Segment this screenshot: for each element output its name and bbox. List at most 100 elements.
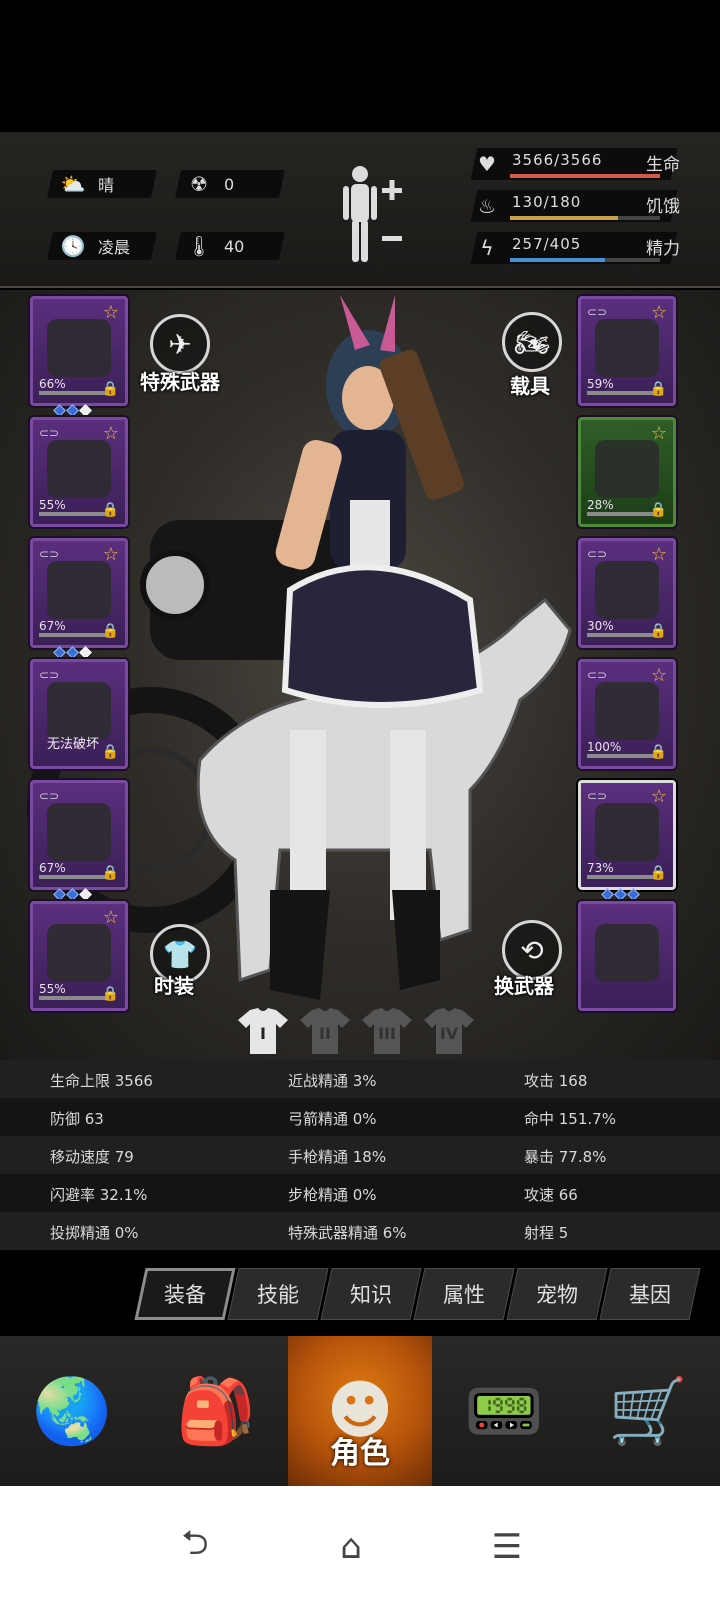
- lock-icon[interactable]: 🔒: [102, 744, 119, 760]
- heart-icon: ♥: [478, 152, 496, 176]
- equipment-slot-mask[interactable]: ☆ 28% 🔒: [578, 417, 676, 527]
- equipment-slot-jacket[interactable]: ⊂⊃ ☆ 67% 🔒: [30, 538, 128, 659]
- star-icon: ☆: [650, 544, 667, 565]
- nav-button-2[interactable]: 🎒: [144, 1336, 288, 1486]
- time-label: 凌晨: [98, 238, 131, 257]
- lock-icon[interactable]: 🔒: [102, 623, 119, 639]
- nav-button-4[interactable]: 📟: [432, 1336, 576, 1486]
- link-icon: ⊂⊃: [587, 668, 608, 682]
- equipment-slot-pistol[interactable]: ⊂⊃ ☆ 73% 🔒: [578, 780, 676, 901]
- home-icon[interactable]: ⌂: [326, 1522, 376, 1572]
- sub-tab-2[interactable]: 技能: [227, 1268, 329, 1320]
- outfit-tab-label: III: [378, 1024, 396, 1043]
- rocket-icon: ✈: [168, 327, 192, 361]
- temperature-value: 40: [224, 236, 245, 256]
- outfit-tab-1[interactable]: I: [236, 1006, 290, 1056]
- stats-row: 投掷精通 0% 特殊武器精通 6% 射程 5: [0, 1212, 720, 1250]
- durability-bar: [39, 996, 111, 1000]
- lock-icon[interactable]: 🔒: [102, 865, 119, 881]
- sub-tab-4[interactable]: 属性: [413, 1268, 515, 1320]
- vehicle-button[interactable]: 🏍: [502, 312, 562, 372]
- gem-sockets: [53, 888, 92, 901]
- outfit-tab-label: I: [260, 1024, 266, 1043]
- outfit-tab-4[interactable]: IV: [422, 1006, 476, 1056]
- lock-icon[interactable]: 🔒: [102, 502, 119, 518]
- star-icon: ☆: [102, 423, 119, 444]
- durability-percent: 55%: [39, 982, 66, 996]
- character-scene: ✈ 特殊武器 🏍 载具 👕 时装 ⟲ 换武器 ☆ 66% 🔒 ⊂⊃ ☆ 55% 🔒 ⊂⊃ ☆ 67…: [0, 290, 720, 1090]
- weather-label: 晴: [98, 176, 115, 195]
- star-icon: ☆: [102, 907, 119, 928]
- stat-value: 手枪精通 18%: [288, 1148, 387, 1166]
- equipment-slot-riot-shield[interactable]: ⊂⊃ ☆ 100% 🔒: [578, 659, 676, 769]
- stat-value: 特殊武器精通 6%: [288, 1224, 407, 1242]
- durability-percent: 30%: [587, 619, 614, 633]
- temperature: 🌡 40: [186, 232, 244, 260]
- sub-tab-label: 知识: [350, 1283, 392, 1307]
- link-icon: ⊂⊃: [39, 668, 60, 682]
- special-weapon-button[interactable]: ✈: [150, 314, 210, 374]
- stomach-icon: ♨: [478, 194, 496, 218]
- system-navigation-bar: ⮌ ⌂ ☰: [0, 1486, 720, 1608]
- radio-icon: 📟: [464, 1374, 544, 1449]
- equipment-slot-shirt[interactable]: ⊂⊃ ☆ 55% 🔒: [30, 417, 128, 527]
- outfit-tab-label: IV: [439, 1024, 459, 1043]
- lock-icon[interactable]: 🔒: [650, 744, 667, 760]
- lock-icon[interactable]: 🔒: [650, 623, 667, 639]
- back-icon[interactable]: ⮌: [170, 1522, 220, 1572]
- equipment-slot-pants[interactable]: ⊂⊃ 67% 🔒: [30, 780, 128, 901]
- lock-icon[interactable]: 🔒: [650, 502, 667, 518]
- nav-button-5[interactable]: 🛒: [576, 1336, 720, 1486]
- mask-icon: [595, 440, 659, 498]
- sub-tab-6[interactable]: 基因: [599, 1268, 701, 1320]
- body-figure-icon[interactable]: [340, 162, 410, 266]
- energy-icon: ϟ: [480, 236, 494, 260]
- equipment-slot-helmet[interactable]: ☆ 66% 🔒: [30, 296, 128, 417]
- time: 🕓 凌晨: [60, 232, 130, 260]
- vehicle-label: 载具: [510, 374, 550, 398]
- equipment-slot-goggles[interactable]: ⊂⊃ ☆ 59% 🔒: [578, 296, 676, 406]
- durability-percent: 55%: [39, 498, 66, 512]
- nav-button-1[interactable]: 🌏: [0, 1336, 144, 1486]
- gem-icon: [53, 646, 66, 659]
- radiation: ☢ 0: [186, 170, 234, 198]
- sub-tab-3[interactable]: 知识: [320, 1268, 422, 1320]
- vital-bars: ♥ 3566/3566 生命 ♨ 130/180 饥饿 ϟ 257/405 精力: [468, 142, 708, 272]
- equipment-slot-boots[interactable]: ☆ 55% 🔒: [30, 901, 128, 1011]
- hunger-label: 饥饿: [646, 197, 680, 217]
- nav-button-3[interactable]: ☻ 角色: [288, 1336, 432, 1486]
- stat-value: 防御 63: [50, 1110, 104, 1128]
- sub-tab-5[interactable]: 宠物: [506, 1268, 608, 1320]
- jacket-icon: [47, 561, 111, 619]
- equipment-slot-molotov[interactable]: [578, 901, 676, 1011]
- special-weapon-label: 特殊武器: [140, 370, 220, 394]
- lock-icon[interactable]: 🔒: [650, 381, 667, 397]
- cart-icon: 🛒: [608, 1374, 688, 1449]
- star-icon: ☆: [650, 302, 667, 323]
- outfit-tab-3[interactable]: III: [360, 1006, 414, 1056]
- durability-percent: 73%: [587, 861, 614, 875]
- menu-icon[interactable]: ☰: [482, 1522, 532, 1572]
- durability-bar: [39, 633, 111, 637]
- equipment-slot-backpack[interactable]: ⊂⊃ 无法破坏 🔒: [30, 659, 128, 769]
- energy-label: 精力: [646, 239, 680, 259]
- lock-icon[interactable]: 🔒: [102, 381, 119, 397]
- health-bar: [510, 174, 660, 178]
- durability-bar: [587, 512, 659, 516]
- gem-sockets: [53, 404, 92, 417]
- sub-tab-1[interactable]: 装备: [134, 1268, 236, 1320]
- stats-row: 防御 63 弓箭精通 0% 命中 151.7%: [0, 1098, 720, 1136]
- gem-icon: [66, 404, 79, 417]
- stats-row: 生命上限 3566 近战精通 3% 攻击 168: [0, 1060, 720, 1098]
- stat-value: 闪避率 32.1%: [50, 1186, 148, 1204]
- gem-icon: [79, 404, 92, 417]
- link-icon: ⊂⊃: [39, 789, 60, 803]
- outfit-tab-2[interactable]: II: [298, 1006, 352, 1056]
- lock-icon[interactable]: 🔒: [102, 986, 119, 1002]
- link-icon: ⊂⊃: [39, 547, 60, 561]
- stat-value: 投掷精通 0%: [50, 1224, 139, 1242]
- equipment-slot-vest[interactable]: ⊂⊃ ☆ 30% 🔒: [578, 538, 676, 648]
- lock-icon[interactable]: 🔒: [650, 865, 667, 881]
- stat-value: 弓箭精通 0%: [288, 1110, 377, 1128]
- outfit-tab-label: II: [319, 1024, 331, 1043]
